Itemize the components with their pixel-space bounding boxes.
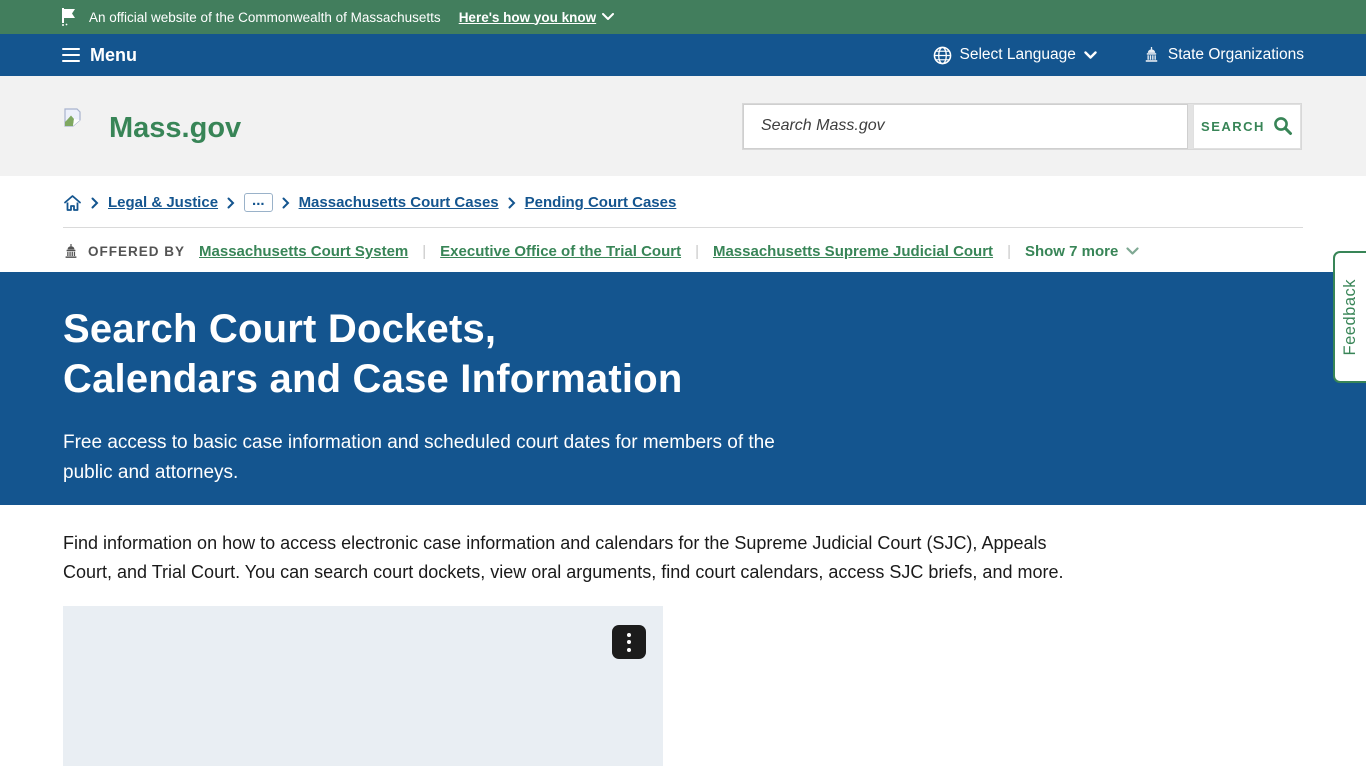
site-header: Mass.gov SEARCH [0,76,1366,176]
breadcrumb: Legal & Justice ... Massachusetts Court … [63,193,1303,212]
widget-menu-button[interactable] [612,625,646,659]
feedback-tab[interactable]: Feedback [1333,251,1366,383]
flag-icon [60,7,77,27]
official-text: An official website of the Commonwealth … [89,10,441,25]
show-more-button[interactable]: Show 7 more [1025,243,1139,260]
globe-icon [933,46,952,65]
chevron-right-icon [508,197,516,209]
pipe-separator: | [695,243,699,260]
home-icon[interactable] [63,194,82,212]
broken-image-icon [64,108,81,127]
capitol-icon [63,244,79,260]
page-subtitle: Free access to basic case information an… [63,428,808,487]
chevron-right-icon [91,197,99,209]
pipe-separator: | [1007,243,1011,260]
chevron-right-icon [282,197,290,209]
heres-how-you-know-link[interactable]: Here's how you know [459,10,615,25]
intro-paragraph: Find information on how to access electr… [63,529,1068,587]
page-hero: Search Court Dockets, Calendars and Case… [0,272,1366,505]
page-title: Search Court Dockets, Calendars and Case… [63,304,1303,404]
main-navbar: Menu Select Language [0,34,1366,76]
kebab-icon [627,633,631,652]
search-input[interactable] [743,104,1188,149]
pipe-separator: | [422,243,426,260]
official-banner: An official website of the Commonwealth … [0,0,1366,34]
offered-link-supreme-judicial-court[interactable]: Massachusetts Supreme Judicial Court [713,243,993,260]
feedback-label: Feedback [1341,279,1360,355]
breadcrumb-legal-justice[interactable]: Legal & Justice [108,194,218,211]
offered-by-label: OFFERED BY [63,244,185,260]
breadcrumb-court-cases[interactable]: Massachusetts Court Cases [299,194,499,211]
offered-link-trial-court[interactable]: Executive Office of the Trial Court [440,243,681,260]
offered-link-court-system[interactable]: Massachusetts Court System [199,243,408,260]
chevron-down-icon [602,13,614,21]
page-content: Find information on how to access electr… [0,505,1366,766]
state-organizations-link[interactable]: State Organizations [1143,46,1304,64]
menu-label: Menu [90,45,137,66]
massgov-logo[interactable]: Mass.gov [64,108,241,145]
chevron-right-icon [227,197,235,209]
select-language-label: Select Language [960,46,1076,64]
breadcrumb-pending-court-cases[interactable]: Pending Court Cases [525,194,677,211]
chevron-down-icon [1084,51,1097,60]
select-language-button[interactable]: Select Language [933,46,1097,65]
capitol-icon [1143,47,1160,64]
hamburger-icon [62,48,80,63]
menu-button[interactable]: Menu [62,45,137,66]
offered-by-row: OFFERED BY Massachusetts Court System | … [63,228,1303,272]
site-search: SEARCH [742,103,1302,150]
state-organizations-label: State Organizations [1168,46,1304,64]
breadcrumb-zone: Legal & Justice ... Massachusetts Court … [0,176,1366,272]
search-button[interactable]: SEARCH [1193,104,1301,149]
breadcrumb-ellipsis-button[interactable]: ... [244,193,273,212]
chevron-down-icon [1126,247,1139,256]
search-icon [1273,116,1293,136]
logo-text: Mass.gov [109,112,241,145]
table-of-contents-widget [63,606,663,766]
